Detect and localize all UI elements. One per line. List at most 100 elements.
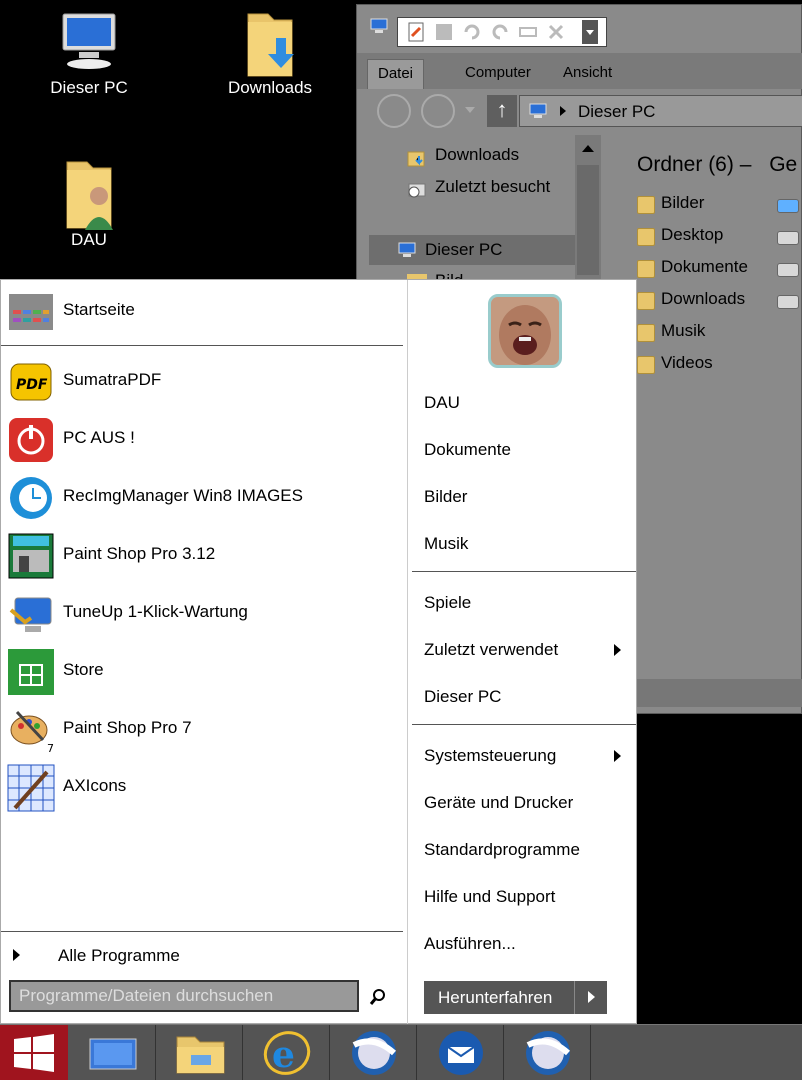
place-item-systemsteuerung[interactable]: Systemsteuerung	[424, 746, 621, 766]
desktop-icon-dieser-pc[interactable]: Dieser PC	[34, 8, 144, 98]
recent-places-icon	[407, 180, 427, 200]
nav-item-dieser-pc[interactable]: Dieser PC	[369, 235, 575, 265]
axicons-icon	[7, 764, 55, 812]
rename-icon[interactable]	[518, 22, 538, 42]
all-programs-label: Alle Programme	[58, 946, 180, 965]
program-item-tuneup[interactable]: TuneUp 1-Klick-Wartung	[7, 588, 403, 640]
undo-icon[interactable]	[462, 22, 482, 42]
nav-label: Downloads	[435, 145, 520, 164]
delete-icon[interactable]	[546, 22, 566, 42]
desktop-icon-dau[interactable]: DAU	[34, 160, 144, 250]
all-programs-button[interactable]: Alle Programme	[13, 946, 180, 966]
drive-icon[interactable]	[777, 231, 799, 245]
place-label: Zuletzt verwendet	[424, 640, 559, 659]
program-label: SumatraPDF	[63, 370, 162, 389]
place-item-spiele[interactable]: Spiele	[424, 593, 471, 613]
place-item-dau[interactable]: DAU	[424, 393, 460, 413]
pinned-item-startseite[interactable]: Startseite	[7, 286, 403, 338]
start-button[interactable]	[0, 1025, 68, 1080]
program-item-store[interactable]: Store	[7, 646, 403, 698]
place-item-dokumente[interactable]: Dokumente	[424, 440, 511, 460]
forward-button[interactable]	[421, 94, 455, 128]
scroll-thumb[interactable]	[577, 165, 599, 275]
place-item-zuletzt-verwendet[interactable]: Zuletzt verwendet	[424, 640, 621, 660]
customize-toolbar-icon[interactable]	[582, 20, 598, 44]
program-item-sumatrapdf[interactable]: PDF SumatraPDF	[7, 356, 403, 408]
program-item-pc-aus[interactable]: PC AUS !	[7, 414, 403, 466]
divider	[1, 345, 403, 346]
folder-item-downloads[interactable]: Downloads	[637, 289, 745, 317]
up-button[interactable]: ↑	[487, 95, 517, 127]
divider	[1, 931, 403, 932]
taskbar-browser-icon[interactable]	[331, 1025, 417, 1080]
taskbar-internet-explorer-icon[interactable]: e	[244, 1025, 330, 1080]
svg-text:e: e	[272, 1034, 295, 1076]
shutdown-button[interactable]: Herunterfahren	[424, 981, 607, 1014]
drive-icon[interactable]	[777, 263, 799, 277]
folder-item-videos[interactable]: Videos	[637, 353, 713, 381]
properties-icon[interactable]	[406, 22, 426, 42]
folder-item-desktop[interactable]: Desktop	[637, 225, 723, 253]
folder-item-bilder[interactable]: Bilder	[637, 193, 704, 221]
shutdown-options-button[interactable]	[574, 981, 607, 1014]
navigation-bar: ↑ Dieser PC	[357, 89, 802, 133]
desktop-icon-downloads[interactable]: Downloads	[215, 8, 325, 98]
breadcrumb-dieser-pc[interactable]: Dieser PC	[578, 102, 655, 122]
group-title-ordner[interactable]: Ordner (6) – Ge	[637, 153, 797, 177]
window-computer-icon[interactable]	[369, 17, 389, 35]
drive-icon[interactable]	[777, 295, 799, 309]
status-bar	[637, 679, 802, 707]
place-item-bilder[interactable]: Bilder	[424, 487, 467, 507]
folder-icon	[637, 324, 655, 342]
restore-icon	[7, 474, 55, 522]
desktop-label: Dieser PC	[50, 78, 128, 97]
search-input[interactable]: Programme/Dateien durchsuchen	[9, 980, 359, 1012]
folder-icon	[637, 292, 655, 310]
folder-icon	[637, 260, 655, 278]
address-bar[interactable]: Dieser PC	[519, 95, 802, 127]
back-button[interactable]	[377, 94, 411, 128]
taskbar-browser-2-icon[interactable]	[505, 1025, 591, 1080]
start-menu-places-column: DAU Dokumente Bilder Musik Spiele Zuletz…	[407, 280, 638, 1025]
tab-ansicht[interactable]: Ansicht	[553, 59, 622, 89]
search-icon[interactable]	[369, 988, 387, 1006]
taskbar-file-explorer-icon[interactable]	[157, 1025, 243, 1080]
folder-icon	[637, 196, 655, 214]
program-item-axicons[interactable]: AXIcons	[7, 762, 403, 814]
save-icon[interactable]	[434, 22, 454, 42]
breadcrumb-arrow-icon[interactable]	[560, 106, 566, 116]
program-item-recimgmanager[interactable]: RecImgManager Win8 IMAGES	[7, 472, 403, 524]
place-item-dieser-pc[interactable]: Dieser PC	[424, 687, 501, 707]
tab-computer[interactable]: Computer	[455, 59, 541, 89]
user-folder-icon	[57, 160, 121, 230]
tab-datei[interactable]: Datei	[367, 59, 425, 89]
divider	[412, 724, 636, 725]
computer-icon	[397, 241, 417, 259]
place-item-hilfe-und-support[interactable]: Hilfe und Support	[424, 887, 555, 907]
place-item-geraete-und-drucker[interactable]: Geräte und Drucker	[424, 793, 573, 813]
folder-item-musik[interactable]: Musik	[637, 321, 705, 349]
nav-item-zuletzt-besucht[interactable]: Zuletzt besucht	[407, 177, 550, 207]
place-item-ausfuehren[interactable]: Ausführen...	[424, 934, 516, 954]
place-item-musik[interactable]: Musik	[424, 534, 468, 554]
taskbar-thunderbird-icon[interactable]	[418, 1025, 504, 1080]
program-label: AXIcons	[63, 776, 127, 795]
program-item-paint-shop-pro-312[interactable]: Paint Shop Pro 3.12	[7, 530, 403, 582]
place-item-standardprogramme[interactable]: Standardprogramme	[424, 840, 580, 860]
folder-icon	[637, 356, 655, 374]
taskbar-desktop-icon[interactable]	[70, 1025, 156, 1080]
folder-item-dokumente[interactable]: Dokumente	[637, 257, 748, 285]
program-label: Paint Shop Pro 7	[63, 718, 192, 737]
downloads-folder-icon	[407, 148, 427, 168]
nav-item-downloads[interactable]: Downloads	[407, 145, 519, 175]
shutdown-label: Herunterfahren	[438, 988, 553, 1007]
program-item-paint-shop-pro-7[interactable]: 7 Paint Shop Pro 7	[7, 704, 403, 756]
palette-icon: 7	[7, 706, 55, 755]
recent-locations-icon[interactable]	[465, 107, 475, 113]
svg-text:PDF: PDF	[16, 377, 48, 393]
scroll-up-icon[interactable]	[582, 145, 594, 152]
windows-drive-icon[interactable]	[777, 199, 799, 213]
redo-icon[interactable]	[490, 22, 510, 42]
pdf-icon: PDF	[7, 358, 55, 406]
avatar[interactable]	[488, 294, 562, 368]
